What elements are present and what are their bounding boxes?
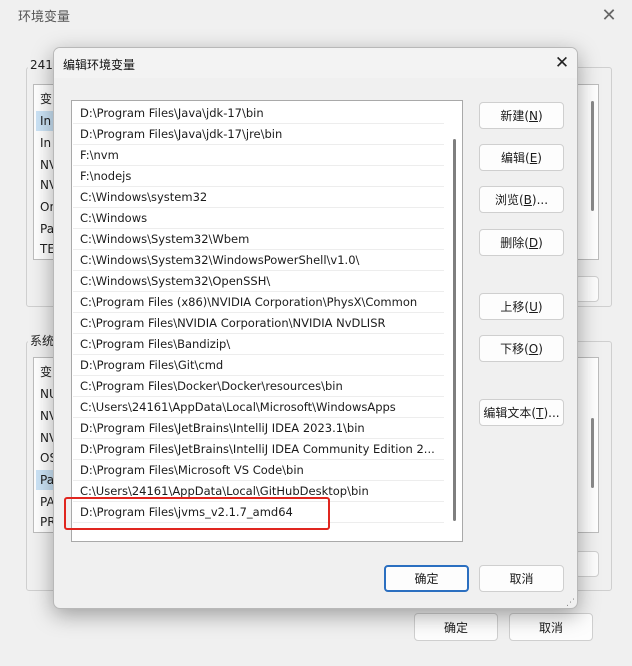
button-label: 编辑( bbox=[501, 151, 530, 165]
path-text: D:\Program Files\JetBrains\IntelliJ IDEA… bbox=[80, 442, 435, 456]
system-variable-button[interactable] bbox=[575, 551, 599, 577]
path-text: C:\Program Files\NVIDIA Corporation\NVID… bbox=[80, 316, 386, 330]
scrollbar[interactable] bbox=[453, 139, 456, 521]
button-label-end: ) bbox=[537, 299, 543, 314]
list-item[interactable]: C:\Program Files\Bandizip\ bbox=[73, 334, 444, 355]
path-text: C:\Users\24161\AppData\Local\Microsoft\W… bbox=[80, 400, 396, 414]
path-text: D:\Program Files\Microsoft VS Code\bin bbox=[80, 463, 304, 477]
move-down-button[interactable]: 下移(O) bbox=[479, 335, 564, 362]
button-label-end: ) bbox=[537, 150, 542, 165]
close-icon[interactable]: ✕ bbox=[549, 50, 575, 76]
accesskey: D bbox=[528, 235, 539, 250]
new-button[interactable]: 新建(N) bbox=[479, 102, 564, 129]
path-text: C:\Users\24161\AppData\Local\GitHubDeskt… bbox=[80, 484, 369, 498]
path-text: D:\Program Files\Java\jdk-17\jre\bin bbox=[80, 127, 283, 141]
button-label: 编辑文本( bbox=[483, 406, 537, 420]
resize-grip-icon[interactable]: ⋰ bbox=[566, 598, 576, 608]
path-text: C:\Windows\System32\WindowsPowerShell\v1… bbox=[80, 253, 360, 267]
path-text: D:\Program Files\JetBrains\IntelliJ IDEA… bbox=[80, 421, 365, 435]
move-up-button[interactable]: 上移(U) bbox=[479, 293, 564, 320]
list-item[interactable]: C:\Program Files (x86)\NVIDIA Corporatio… bbox=[73, 292, 444, 313]
path-text: C:\Program Files\Docker\Docker\resources… bbox=[80, 379, 343, 393]
scrollbar[interactable] bbox=[591, 418, 594, 488]
scrollbar[interactable] bbox=[591, 101, 594, 211]
cancel-button[interactable]: 取消 bbox=[479, 565, 564, 592]
path-list[interactable]: D:\Program Files\Java\jdk-17\bin D:\Prog… bbox=[71, 100, 463, 542]
edit-button[interactable]: 编辑(E) bbox=[479, 144, 564, 171]
list-item[interactable]: C:\Windows bbox=[73, 208, 444, 229]
list-item[interactable]: C:\Users\24161\AppData\Local\GitHubDeskt… bbox=[73, 481, 444, 502]
list-item[interactable]: Pa bbox=[40, 219, 54, 239]
list-item[interactable]: C:\Program Files\NVIDIA Corporation\NVID… bbox=[73, 313, 444, 334]
list-item[interactable]: F:\nodejs bbox=[73, 166, 444, 187]
path-text: C:\Windows bbox=[80, 211, 148, 225]
ok-button[interactable]: 确定 bbox=[414, 613, 498, 641]
edit-environment-variable-dialog: 编辑环境变量 ✕ D:\Program Files\Java\jdk-17\bi… bbox=[53, 47, 578, 609]
edit-text-button[interactable]: 编辑文本(T)... bbox=[479, 399, 564, 426]
accesskey: E bbox=[529, 150, 538, 165]
button-label-end: ) bbox=[538, 341, 543, 356]
list-item[interactable]: 变 bbox=[40, 89, 52, 109]
button-label: 下移( bbox=[500, 342, 529, 356]
ok-button[interactable]: 确定 bbox=[384, 565, 469, 592]
window-title: 环境变量 bbox=[18, 10, 71, 25]
path-text: C:\Windows\system32 bbox=[80, 190, 208, 204]
dialog-titlebar: 编辑环境变量 ✕ bbox=[54, 48, 577, 78]
button-label: 删除( bbox=[500, 236, 529, 250]
list-item[interactable]: D:\Program Files\Git\cmd bbox=[73, 355, 444, 376]
list-item[interactable]: C:\Windows\System32\Wbem bbox=[73, 229, 444, 250]
accesskey: B bbox=[523, 192, 532, 207]
delete-button[interactable]: 删除(D) bbox=[479, 229, 564, 256]
button-label: 浏览( bbox=[494, 193, 524, 207]
path-text: C:\Program Files\Bandizip\ bbox=[80, 337, 231, 351]
button-label: 上移( bbox=[500, 300, 530, 314]
list-item[interactable]: C:\Windows\system32 bbox=[73, 187, 444, 208]
button-label-end: )... bbox=[531, 192, 549, 207]
list-item[interactable]: C:\Windows\System32\OpenSSH\ bbox=[73, 271, 444, 292]
close-icon[interactable]: ✕ bbox=[596, 2, 622, 28]
path-text: D:\Program Files\Git\cmd bbox=[80, 358, 224, 372]
path-text: F:\nodejs bbox=[80, 169, 132, 183]
list-item[interactable]: In bbox=[40, 133, 51, 153]
accesskey: N bbox=[529, 108, 538, 123]
list-item[interactable]: D:\Program Files\Microsoft VS Code\bin bbox=[73, 460, 444, 481]
list-item[interactable]: F:\nvm bbox=[73, 145, 444, 166]
button-label-end: ) bbox=[538, 235, 543, 250]
button-label-end: ) bbox=[537, 108, 543, 123]
path-text: D:\Program Files\Java\jdk-17\bin bbox=[80, 106, 264, 120]
list-item[interactable]: D:\Program Files\Java\jdk-17\bin bbox=[73, 103, 444, 124]
user-variable-button[interactable] bbox=[575, 276, 599, 302]
path-text: F:\nvm bbox=[80, 148, 119, 162]
list-item[interactable]: D:\Program Files\JetBrains\IntelliJ IDEA… bbox=[73, 418, 444, 439]
button-label-end: )... bbox=[543, 405, 560, 420]
button-label: 新建( bbox=[500, 109, 529, 123]
path-text: C:\Program Files (x86)\NVIDIA Corporatio… bbox=[80, 295, 418, 309]
path-text: C:\Windows\System32\OpenSSH\ bbox=[80, 274, 271, 288]
list-item[interactable]: C:\Program Files\Docker\Docker\resources… bbox=[73, 376, 444, 397]
browse-button[interactable]: 浏览(B)... bbox=[479, 186, 564, 213]
accesskey: U bbox=[529, 299, 538, 314]
accesskey: O bbox=[528, 341, 539, 356]
cancel-button[interactable]: 取消 bbox=[509, 613, 593, 641]
list-item[interactable]: D:\Program Files\JetBrains\IntelliJ IDEA… bbox=[73, 439, 444, 460]
path-text: C:\Windows\System32\Wbem bbox=[80, 232, 250, 246]
list-item[interactable]: C:\Windows\System32\WindowsPowerShell\v1… bbox=[73, 250, 444, 271]
path-text: D:\Program Files\jvms_v2.1.7_amd64 bbox=[80, 505, 293, 519]
system-variables-label: 系统 bbox=[28, 332, 57, 349]
list-item[interactable]: C:\Users\24161\AppData\Local\Microsoft\W… bbox=[73, 397, 444, 418]
list-item[interactable]: 变 bbox=[40, 362, 52, 382]
list-item[interactable]: D:\Program Files\Java\jdk-17\jre\bin bbox=[73, 124, 444, 145]
dialog-title: 编辑环境变量 bbox=[63, 58, 136, 72]
list-item-new-path[interactable]: D:\Program Files\jvms_v2.1.7_amd64 bbox=[73, 502, 444, 523]
accesskey: T bbox=[536, 405, 544, 420]
